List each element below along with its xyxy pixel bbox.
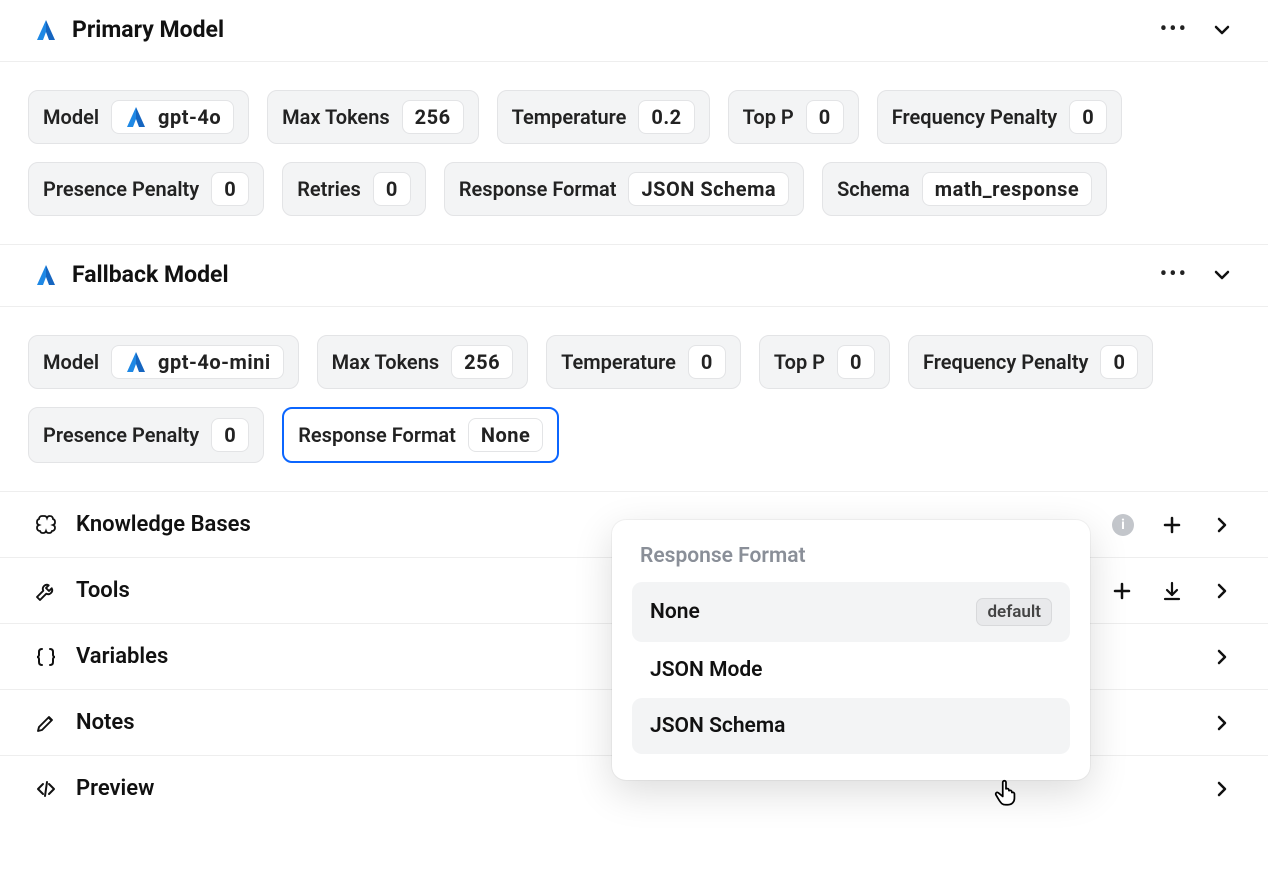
download-icon[interactable]	[1160, 579, 1184, 603]
param-top-p[interactable]: Top P 0	[759, 335, 890, 389]
azure-icon	[124, 105, 148, 129]
param-label: Response Format	[459, 177, 617, 201]
param-label: Frequency Penalty	[923, 350, 1088, 374]
param-label: Schema	[837, 177, 910, 201]
param-presence-penalty[interactable]: Presence Penalty 0	[28, 162, 264, 216]
primary-model-title: Primary Model	[72, 16, 224, 43]
param-label: Temperature	[512, 105, 627, 129]
param-label: Retries	[297, 177, 361, 201]
chevron-down-icon[interactable]	[1210, 263, 1234, 287]
param-value: JSON Schema	[628, 172, 789, 206]
param-label: Frequency Penalty	[892, 105, 1057, 129]
param-model[interactable]: Model gpt-4o-mini	[28, 335, 299, 389]
param-model[interactable]: Model gpt-4o	[28, 90, 249, 144]
primary-model-params: Model gpt-4o Max Tokens 256 Temperature …	[0, 62, 1268, 245]
plus-icon[interactable]	[1160, 513, 1184, 537]
code-icon	[34, 777, 58, 801]
param-label: Max Tokens	[332, 350, 440, 374]
param-schema[interactable]: Schema math_response	[822, 162, 1107, 216]
param-retries[interactable]: Retries 0	[282, 162, 426, 216]
hand-cursor-icon	[993, 778, 1019, 808]
param-label: Max Tokens	[282, 105, 390, 129]
fallback-model-header: Fallback Model •••	[0, 245, 1268, 307]
chevron-down-icon[interactable]	[1210, 18, 1234, 42]
param-response-format[interactable]: Response Format None	[282, 407, 559, 463]
dropdown-option-json-schema[interactable]: JSON Schema	[632, 698, 1070, 754]
param-value: gpt-4o	[158, 105, 221, 129]
wrench-icon	[34, 579, 58, 603]
response-format-dropdown: Response Format None default JSON Mode J…	[612, 520, 1090, 780]
param-label: Temperature	[561, 350, 676, 374]
param-value: 0	[837, 345, 875, 379]
primary-model-header: Primary Model •••	[0, 0, 1268, 62]
param-temperature[interactable]: Temperature 0	[546, 335, 741, 389]
param-top-p[interactable]: Top P 0	[728, 90, 859, 144]
more-icon[interactable]: •••	[1160, 262, 1188, 287]
param-value: 0	[1069, 100, 1107, 134]
param-label: Presence Penalty	[43, 423, 199, 447]
param-label: Top P	[743, 105, 794, 129]
option-label: JSON Schema	[650, 714, 785, 738]
dropdown-title: Response Format	[640, 544, 1062, 568]
param-temperature[interactable]: Temperature 0.2	[497, 90, 710, 144]
param-response-format[interactable]: Response Format JSON Schema	[444, 162, 804, 216]
param-label: Presence Penalty	[43, 177, 199, 201]
param-label: Top P	[774, 350, 825, 374]
azure-icon	[34, 263, 58, 287]
param-max-tokens[interactable]: Max Tokens 256	[267, 90, 478, 144]
azure-icon	[124, 350, 148, 374]
chevron-right-icon[interactable]	[1210, 513, 1234, 537]
chevron-right-icon[interactable]	[1210, 711, 1234, 735]
chevron-right-icon[interactable]	[1210, 777, 1234, 801]
fallback-model-params: Model gpt-4o-mini Max Tokens 256 Tempera…	[0, 307, 1268, 492]
param-value: 256	[451, 345, 513, 379]
default-badge: default	[976, 598, 1052, 626]
param-presence-penalty[interactable]: Presence Penalty 0	[28, 407, 264, 463]
pencil-icon	[34, 711, 58, 735]
param-value: 0	[1100, 345, 1138, 379]
param-value: 0	[688, 345, 726, 379]
param-label: Model	[43, 350, 99, 374]
plus-icon[interactable]	[1110, 579, 1134, 603]
option-label: JSON Mode	[650, 658, 762, 682]
fallback-model-title: Fallback Model	[72, 261, 229, 288]
chevron-right-icon[interactable]	[1210, 579, 1234, 603]
param-label: Response Format	[298, 423, 456, 447]
param-max-tokens[interactable]: Max Tokens 256	[317, 335, 528, 389]
dropdown-option-json-mode[interactable]: JSON Mode	[632, 642, 1070, 698]
param-value: 0	[211, 172, 249, 206]
param-value: gpt-4o-mini	[158, 350, 271, 374]
braces-icon	[34, 645, 58, 669]
param-value: 256	[402, 100, 464, 134]
param-value: math_response	[922, 172, 1092, 206]
param-value: None	[468, 418, 543, 452]
dropdown-option-none[interactable]: None default	[632, 582, 1070, 642]
info-icon[interactable]: i	[1112, 514, 1134, 536]
brain-icon	[34, 513, 58, 537]
param-frequency-penalty[interactable]: Frequency Penalty 0	[908, 335, 1153, 389]
param-value: 0	[806, 100, 844, 134]
param-value: 0	[373, 172, 411, 206]
option-label: None	[650, 600, 700, 624]
param-value: 0.2	[638, 100, 694, 134]
param-label: Model	[43, 105, 99, 129]
param-frequency-penalty[interactable]: Frequency Penalty 0	[877, 90, 1122, 144]
azure-icon	[34, 18, 58, 42]
more-icon[interactable]: •••	[1160, 17, 1188, 42]
chevron-right-icon[interactable]	[1210, 645, 1234, 669]
param-value: 0	[211, 418, 249, 452]
